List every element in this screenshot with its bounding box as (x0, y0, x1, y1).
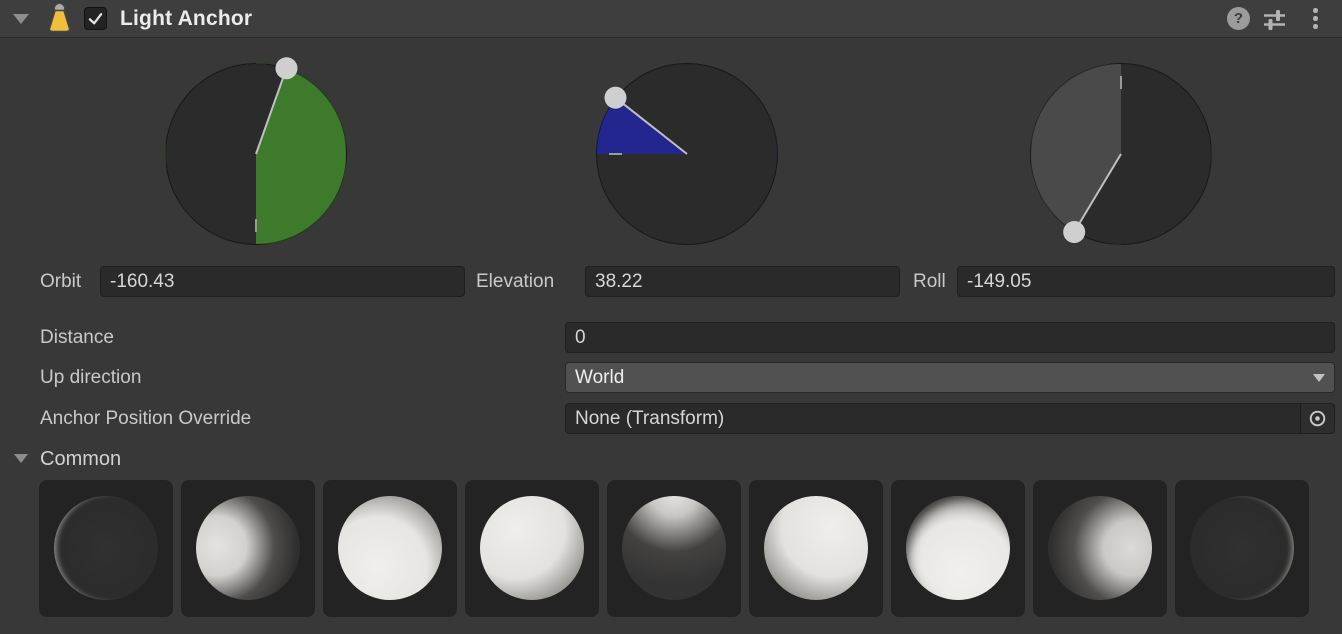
elevation-input[interactable] (585, 266, 900, 297)
orbit-dial-handle[interactable] (272, 54, 300, 82)
component-header: Light Anchor ? (0, 0, 1342, 38)
enabled-checkbox[interactable] (84, 7, 107, 30)
up-direction-label: Up direction (40, 362, 141, 393)
orbit-zero-tick (255, 154, 257, 232)
elevation-label: Elevation (476, 266, 554, 297)
preset-sphere (196, 496, 300, 600)
orbit-input[interactable] (100, 266, 465, 297)
anchor-override-value: None (Transform) (575, 408, 724, 429)
orbit-dial[interactable] (165, 63, 347, 245)
orbit-label: Orbit (40, 266, 81, 297)
more-menu-icon[interactable] (1313, 8, 1318, 32)
preset-sphere (54, 496, 158, 600)
preset-thumbnail[interactable] (1175, 480, 1309, 617)
orbit-needle (255, 68, 287, 154)
preset-thumbnail[interactable] (607, 480, 741, 617)
roll-dial[interactable] (1030, 63, 1212, 245)
anchor-override-objectfield[interactable]: None (Transform) (565, 403, 1335, 434)
preset-thumbnail[interactable] (181, 480, 315, 617)
help-icon[interactable]: ? (1227, 7, 1250, 30)
preset-thumbnail[interactable] (1033, 480, 1167, 617)
elevation-needle (615, 97, 688, 155)
up-direction-dropdown[interactable]: World (565, 362, 1335, 393)
preset-sphere (1190, 496, 1294, 600)
elevation-dial[interactable] (596, 63, 778, 245)
preset-thumbnail[interactable] (323, 480, 457, 617)
object-picker-button[interactable] (1300, 404, 1334, 433)
roll-dial-handle[interactable] (1059, 217, 1089, 247)
up-direction-value: World (575, 367, 624, 388)
preset-thumbnail[interactable] (891, 480, 1025, 617)
preset-sphere (622, 496, 726, 600)
roll-zero-tick (1120, 76, 1122, 154)
preset-sphere (338, 496, 442, 600)
preset-thumbnail[interactable] (39, 480, 173, 617)
preset-sphere (906, 496, 1010, 600)
object-picker-icon (1307, 408, 1328, 429)
preset-thumbnail[interactable] (749, 480, 883, 617)
roll-needle (1073, 153, 1122, 232)
preset-sphere (764, 496, 868, 600)
checkmark-icon (86, 9, 105, 28)
elevation-dial-handle[interactable] (600, 82, 631, 113)
anchor-override-label: Anchor Position Override (40, 403, 251, 434)
presets-icon[interactable] (1261, 6, 1288, 33)
foldout-arrow-icon[interactable] (13, 14, 29, 24)
preset-thumbnail[interactable] (465, 480, 599, 617)
preset-sphere (480, 496, 584, 600)
roll-input[interactable] (957, 266, 1335, 297)
light-component-icon (43, 2, 76, 36)
elevation-zero-tick (609, 153, 687, 155)
common-foldout-arrow-icon[interactable] (14, 454, 28, 463)
preset-sphere (1048, 496, 1152, 600)
distance-label: Distance (40, 322, 114, 353)
common-label: Common (40, 444, 121, 474)
light-anchor-inspector: Light Anchor ? Orbit Elevation Ro (0, 0, 1342, 634)
component-title: Light Anchor (120, 0, 252, 37)
dropdown-arrow-icon (1313, 374, 1325, 382)
distance-input[interactable] (565, 322, 1335, 353)
roll-label: Roll (913, 266, 946, 297)
